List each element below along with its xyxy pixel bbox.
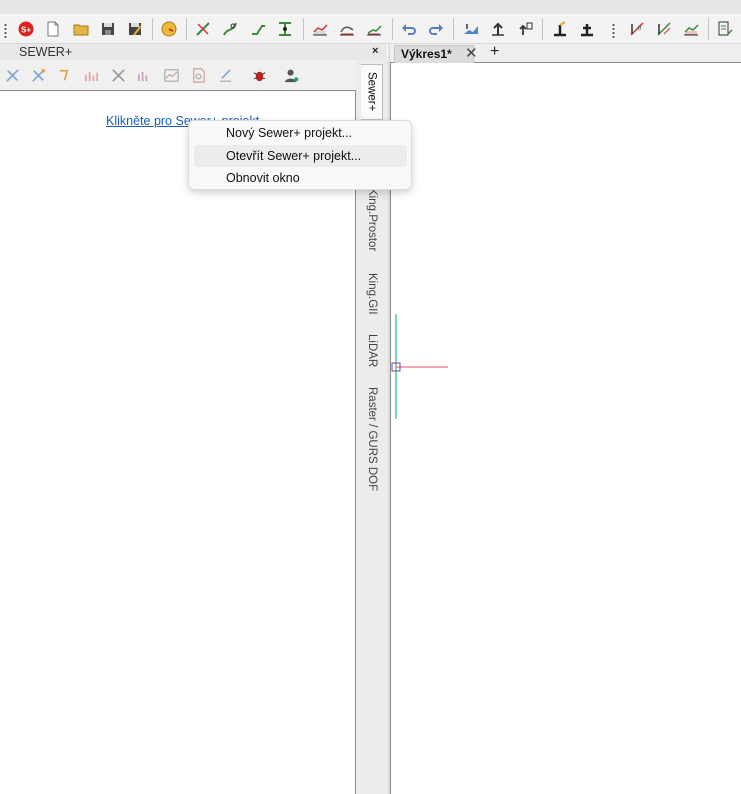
pipe-network-icon[interactable] — [274, 18, 296, 40]
svg-text:0: 0 — [638, 26, 642, 32]
terrain-icon[interactable] — [460, 18, 482, 40]
panel-title: SEWER+ — [19, 45, 73, 59]
undo-icon[interactable] — [398, 18, 420, 40]
menu-item-new-project[interactable]: Nový Sewer+ projekt... — [194, 122, 407, 144]
context-menu: Nový Sewer+ projekt... Otevřít Sewer+ pr… — [188, 120, 412, 190]
chart-icon[interactable] — [161, 65, 181, 85]
anchor-icon[interactable] — [576, 18, 598, 40]
menu-item-open-project[interactable]: Otevřít Sewer+ projekt... — [194, 145, 407, 167]
drawing-canvas[interactable] — [390, 63, 741, 794]
close-icon[interactable]: ✕ — [465, 46, 478, 62]
menu-item-new-project-label: Nový Sewer+ projekt... — [226, 126, 353, 140]
import-icon[interactable] — [514, 18, 536, 40]
new-document-icon[interactable] — [42, 18, 64, 40]
pipe-connect-icon[interactable] — [28, 65, 48, 85]
profile-edit-icon[interactable] — [336, 18, 358, 40]
tab-king-prostor[interactable]: King.Prostor — [361, 184, 383, 256]
profile-chart-icon[interactable] — [363, 18, 385, 40]
toolbar-separator — [392, 18, 393, 40]
export-icon[interactable] — [487, 18, 509, 40]
table-icon[interactable] — [680, 18, 702, 40]
save-icon[interactable] — [97, 18, 119, 40]
new-tab-button[interactable]: + — [490, 43, 499, 61]
dim-edit-icon[interactable] — [653, 18, 675, 40]
profile-icon[interactable] — [309, 18, 331, 40]
sewer-plus-icon[interactable]: S+ — [15, 18, 37, 40]
menu-item-refresh-window-label: Obnovit okno — [226, 171, 300, 185]
panel-toolbar — [0, 60, 356, 90]
dim-icon[interactable]: 0 — [626, 18, 648, 40]
main-toolbar: S+ 0 — [0, 14, 741, 44]
bug-icon[interactable] — [249, 65, 269, 85]
profile-view-icon[interactable] — [81, 65, 101, 85]
pipe-edit-icon[interactable] — [219, 18, 241, 40]
profile-list-icon[interactable] — [134, 65, 154, 85]
report-icon[interactable] — [714, 18, 736, 40]
toolbar-separator — [152, 18, 153, 40]
tab-drawing-label: Výkres1* — [401, 47, 452, 61]
tab-sewer-plus[interactable]: Sewer+ — [361, 64, 383, 120]
svg-text:S+: S+ — [21, 26, 31, 35]
tab-king-prostor-label: King.Prostor — [366, 188, 378, 252]
panel-content: Klikněte pro Sewer+ projekt — [0, 90, 356, 794]
tab-lidar-label: LiDAR — [366, 334, 378, 368]
panel-close-button[interactable]: × — [372, 45, 378, 57]
tab-raster-gurs-dof-label: Raster / GURS DOF — [366, 386, 378, 492]
user-icon[interactable] — [281, 65, 301, 85]
tab-raster-gurs-dof[interactable]: Raster / GURS DOF — [361, 384, 383, 494]
tools-icon[interactable] — [108, 65, 128, 85]
menu-item-open-project-label: Otevřít Sewer+ projekt... — [226, 149, 362, 163]
ucs-crosshair — [391, 314, 448, 419]
top-strip — [0, 0, 741, 14]
open-folder-icon[interactable] — [70, 18, 92, 40]
pipe-route-icon[interactable] — [247, 18, 269, 40]
pipe-line-icon[interactable] — [192, 18, 214, 40]
toolbar-grip[interactable] — [4, 23, 7, 39]
toolbar-separator — [708, 18, 709, 40]
save-as-icon[interactable] — [124, 18, 146, 40]
tab-lidar[interactable]: LiDAR — [361, 330, 383, 372]
document-icon[interactable] — [188, 65, 208, 85]
redo-icon[interactable] — [425, 18, 447, 40]
target-icon[interactable] — [158, 18, 180, 40]
toolbar-separator — [303, 18, 304, 40]
toolbar-separator — [453, 18, 454, 40]
tab-king-gii-label: King.GII — [366, 273, 378, 315]
tab-sewer-plus-label: Sewer+ — [365, 72, 378, 112]
toolbar-grip[interactable] — [612, 23, 615, 39]
branch-icon[interactable] — [54, 65, 74, 85]
tab-drawing[interactable]: Výkres1* ✕ — [394, 45, 478, 63]
menu-item-refresh-window[interactable]: Obnovit okno — [194, 167, 407, 189]
toolbar-separator — [542, 18, 543, 40]
toolbar-separator — [186, 18, 187, 40]
document-tab-bar: Výkres1* ✕ + — [390, 43, 741, 63]
pipe-add-icon[interactable] — [2, 65, 22, 85]
cad-tool-icon[interactable] — [549, 18, 571, 40]
edit-icon[interactable] — [215, 65, 235, 85]
tab-king-gii[interactable]: King.GII — [361, 266, 383, 322]
panel-header: SEWER+ × — [0, 44, 387, 60]
